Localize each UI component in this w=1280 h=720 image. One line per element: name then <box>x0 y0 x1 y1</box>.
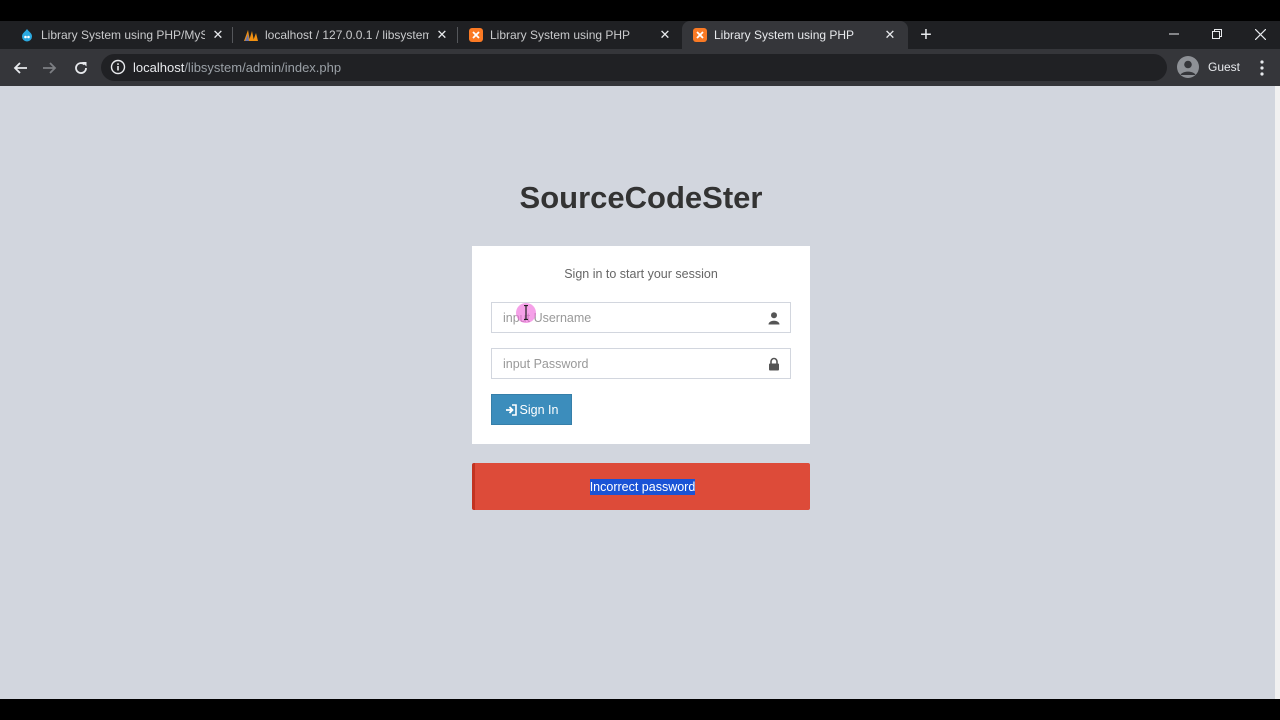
user-icon <box>768 312 780 325</box>
profile-label: Guest <box>1208 60 1241 74</box>
tab-separator <box>232 27 233 43</box>
address-bar[interactable]: localhost/libsystem/admin/index.php <box>101 54 1167 81</box>
letterbox-bottom <box>0 699 1280 720</box>
more-vert-icon <box>1260 60 1264 76</box>
browser-toolbar: localhost/libsystem/admin/index.php Gues… <box>0 49 1280 86</box>
sign-in-button[interactable]: Sign In <box>491 394 572 425</box>
tab-title: Library System using PHP/MySQL <box>41 28 205 42</box>
login-box-message: Sign in to start your session <box>564 267 718 281</box>
profile-button[interactable]: Guest <box>1177 56 1240 78</box>
password-field <box>491 348 791 379</box>
info-icon[interactable] <box>110 59 126 75</box>
menu-button[interactable] <box>1254 58 1270 78</box>
login-logo: SourceCodeSter <box>519 180 763 215</box>
tab-title: Library System using PHP <box>714 28 855 42</box>
tab-library-system-mysql[interactable]: Library System using PHP/MySQL ✕ <box>19 21 231 49</box>
tab-phpmyadmin[interactable]: localhost / 127.0.0.1 / libsystem | phpM… <box>243 21 455 49</box>
restore-button[interactable] <box>1194 22 1240 46</box>
reload-icon <box>75 62 87 74</box>
close-icon[interactable]: ✕ <box>882 27 898 43</box>
password-input[interactable] <box>492 349 790 378</box>
text-cursor-icon <box>524 305 528 320</box>
person-icon <box>1180 60 1196 75</box>
alert-message: Incorrect password <box>589 478 696 495</box>
close-icon[interactable]: ✕ <box>434 27 450 43</box>
arrow-left-icon <box>13 62 27 74</box>
url-text: localhost/libsystem/admin/index.php <box>133 60 341 75</box>
xampp-icon <box>692 27 708 43</box>
reload-button[interactable] <box>71 58 91 78</box>
close-icon[interactable]: ✕ <box>657 27 673 43</box>
url-path: /libsystem/admin/index.php <box>184 60 342 75</box>
mouse-cursor-highlight <box>516 303 536 323</box>
browser-tab-bar: Library System using PHP/MySQL ✕ localho… <box>0 21 1280 49</box>
new-tab-button[interactable]: + <box>917 25 935 45</box>
sign-in-icon <box>505 403 517 416</box>
username-field <box>491 302 791 333</box>
lock-icon <box>769 357 779 371</box>
sign-in-label: Sign In <box>519 402 559 417</box>
close-window-button[interactable] <box>1237 22 1280 46</box>
avatar <box>1177 56 1199 78</box>
tab-library-system-php[interactable]: Library System using PHP ✕ <box>468 21 676 49</box>
error-alert: Incorrect password <box>472 463 810 510</box>
username-input[interactable] <box>492 303 790 332</box>
xampp-icon <box>468 27 484 43</box>
url-host: localhost <box>133 60 185 75</box>
letterbox-top <box>0 0 1280 21</box>
page-scrollbar[interactable] <box>1275 86 1280 699</box>
close-icon[interactable]: ✕ <box>210 27 226 43</box>
drupal-icon <box>19 27 35 43</box>
back-button[interactable] <box>10 58 30 78</box>
arrow-right-icon <box>43 62 57 74</box>
tab-title: Library System using PHP <box>490 28 631 42</box>
forward-button[interactable] <box>40 58 60 78</box>
tab-separator <box>457 27 458 43</box>
phpmyadmin-icon <box>243 27 259 43</box>
minimize-button[interactable] <box>1151 22 1197 46</box>
tab-library-system-php-active[interactable]: Library System using PHP ✕ <box>682 21 908 49</box>
tab-title: localhost / 127.0.0.1 / libsystem | phpM… <box>265 28 429 42</box>
login-box: Sign in to start your session Sign In <box>472 246 810 444</box>
